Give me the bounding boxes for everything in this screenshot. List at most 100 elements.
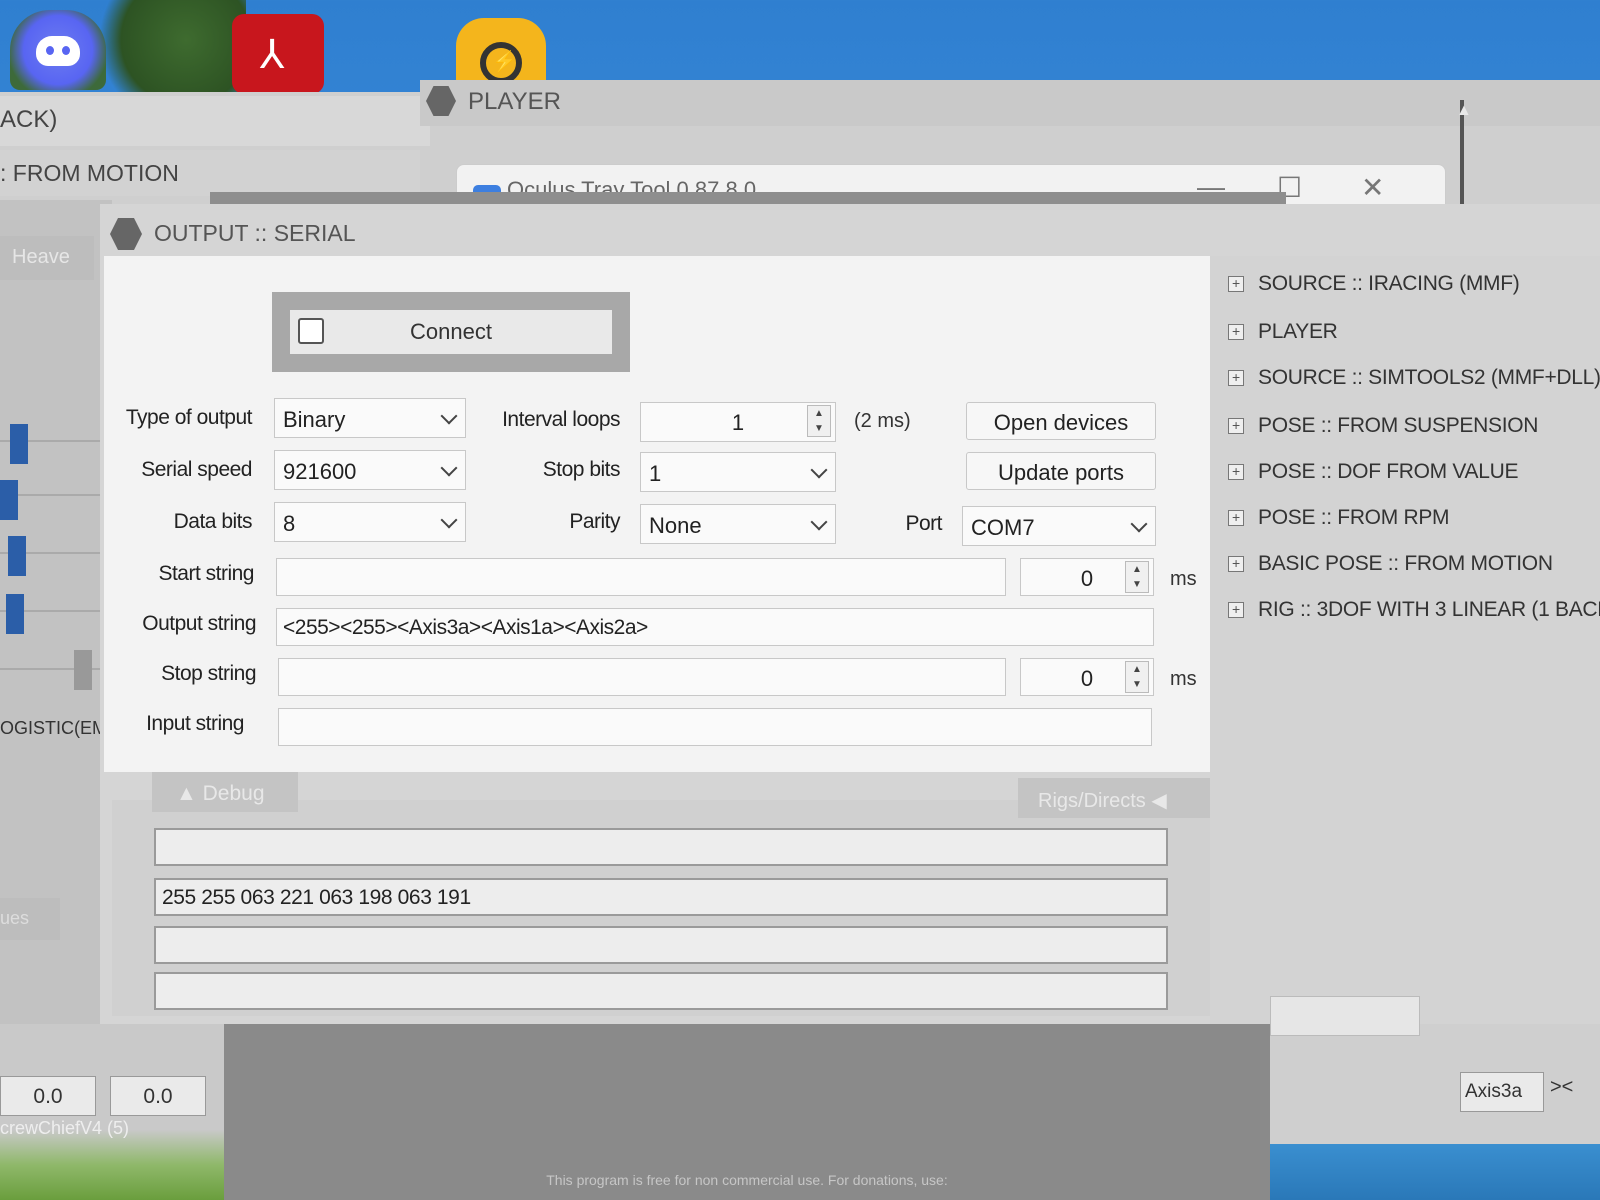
- data-bits-label: Data bits: [173, 510, 253, 533]
- output-string-input[interactable]: <255><255><Axis3a><Axis1a><Axis2a>: [276, 608, 1154, 646]
- tab-rigs-directs[interactable]: Rigs/Directs ◀: [1018, 778, 1210, 818]
- serial-speed-label: Serial speed: [141, 458, 252, 481]
- start-delay-spinner[interactable]: 0 ▲ ▼: [1020, 558, 1154, 596]
- expand-plus-icon[interactable]: +: [1228, 510, 1244, 526]
- axis-level-bar: [6, 594, 24, 634]
- open-devices-button[interactable]: Open devices: [966, 402, 1156, 440]
- data-bits-select[interactable]: 8: [274, 502, 466, 542]
- chevron-down-icon: [440, 407, 458, 425]
- expand-plus-icon[interactable]: +: [1228, 418, 1244, 434]
- expand-plus-icon[interactable]: +: [1228, 556, 1244, 572]
- tab-heave[interactable]: Heave: [0, 236, 94, 280]
- chevron-down-icon: [1130, 515, 1148, 533]
- expand-plus-icon[interactable]: +: [1228, 464, 1244, 480]
- expand-plus-icon[interactable]: +: [1228, 324, 1244, 340]
- expand-plus-icon[interactable]: +: [1228, 370, 1244, 386]
- stop-bits-label: Stop bits: [542, 458, 621, 481]
- spinner-arrows-icon[interactable]: ▲ ▼: [1125, 561, 1149, 593]
- tree-item-label: PLAYER: [1258, 320, 1338, 343]
- hexagon-icon: [110, 218, 142, 250]
- start-string-input[interactable]: [276, 558, 1006, 596]
- debug-line: [154, 972, 1168, 1010]
- tree-item-label: SOURCE :: SIMTOOLS2 (MMF+DLL): [1258, 366, 1600, 389]
- output-string-label: Output string: [142, 612, 256, 635]
- stop-bits-select[interactable]: 1: [640, 452, 836, 492]
- stop-string-label: Stop string: [161, 662, 256, 685]
- acrobat-icon[interactable]: ⅄: [232, 14, 324, 94]
- tree-item[interactable]: + PLAYER: [1228, 320, 1338, 344]
- expand-left-arrow-icon: ◀: [1151, 790, 1167, 812]
- tree-item-label: BASIC POSE :: FROM MOTION: [1258, 552, 1553, 575]
- tree-item[interactable]: + RIG :: 3DOF WITH 3 LINEAR (1 BACK: [1228, 598, 1600, 622]
- stop-delay-spinner[interactable]: 0 ▲ ▼: [1020, 658, 1154, 696]
- tree-item[interactable]: + SOURCE :: IRACING (MMF): [1228, 272, 1520, 296]
- connect-checkbox[interactable]: [298, 318, 324, 344]
- input-string-input[interactable]: [278, 708, 1152, 746]
- expand-plus-icon[interactable]: +: [1228, 602, 1244, 618]
- spinner-arrows-icon[interactable]: ▲ ▼: [807, 405, 831, 437]
- interval-loops-label: Interval loops: [502, 408, 620, 431]
- tab-debug-label: Debug: [202, 782, 265, 805]
- player-window-title: PLAYER: [468, 88, 561, 115]
- tree-item[interactable]: + SOURCE :: SIMTOOLS2 (MMF+DLL): [1228, 366, 1600, 390]
- port-select[interactable]: COM7: [962, 506, 1156, 546]
- tree-item[interactable]: + POSE :: FROM RPM: [1228, 506, 1450, 530]
- hexagon-icon: [426, 86, 456, 116]
- tab-values[interactable]: ues: [0, 898, 60, 940]
- serial-window-title: OUTPUT :: SERIAL: [110, 210, 610, 254]
- tree-item-label: POSE :: FROM SUSPENSION: [1258, 414, 1539, 437]
- serial-speed-select[interactable]: 921600: [274, 450, 466, 490]
- stop-string-input[interactable]: [278, 658, 1006, 696]
- stop-bits-value: 1: [649, 461, 662, 486]
- expand-plus-icon[interactable]: +: [1228, 276, 1244, 292]
- desktop-tree: [96, 0, 246, 100]
- interval-loops-unit: (2 ms): [854, 410, 911, 432]
- tab-debug[interactable]: ▲ Debug: [152, 772, 298, 812]
- interval-loops-value: 1: [731, 410, 745, 435]
- update-ports-button[interactable]: Update ports: [966, 452, 1156, 490]
- tree-item[interactable]: + POSE :: FROM SUSPENSION: [1228, 414, 1538, 438]
- parity-value: None: [649, 513, 702, 538]
- logistic-label: OGISTIC(EM/: [0, 718, 112, 738]
- type-of-output-label: Type of output: [125, 406, 253, 429]
- slider-handle[interactable]: [74, 650, 92, 690]
- type-of-output-value: Binary: [283, 407, 346, 432]
- tree-item[interactable]: + POSE :: DOF FROM VALUE: [1228, 460, 1519, 484]
- port-label: Port: [905, 512, 942, 535]
- axis-select[interactable]: Axis3a: [1460, 1072, 1544, 1112]
- axis-level-bar: [0, 480, 18, 520]
- stop-delay-value: 0: [1080, 666, 1094, 691]
- tree-item-label: POSE :: FROM RPM: [1258, 506, 1450, 529]
- debug-line: [154, 828, 1168, 866]
- background-window-field: [1270, 996, 1420, 1036]
- axis-level-bar: [10, 424, 28, 464]
- scroll-up-arrow-icon[interactable]: ▲: [1456, 102, 1472, 120]
- data-bits-value: 8: [283, 511, 296, 536]
- stop-delay-unit: ms: [1170, 668, 1197, 690]
- chevron-down-icon: [440, 459, 458, 477]
- axis-value-display: 0.0: [110, 1076, 206, 1116]
- close-button[interactable]: ✕: [1361, 171, 1384, 204]
- player-window-titlebar[interactable]: PLAYER: [420, 80, 1600, 126]
- start-delay-unit: ms: [1170, 568, 1197, 590]
- interval-loops-spinner[interactable]: 1 ▲ ▼: [640, 402, 836, 442]
- axis-value-display: 0.0: [0, 1076, 96, 1116]
- connect-button[interactable]: Connect: [290, 310, 612, 354]
- swap-button[interactable]: ><: [1550, 1076, 1573, 1099]
- desktop-shortcut-label[interactable]: crewChiefV4 (5): [0, 1118, 129, 1139]
- background-window-subtitle: : FROM MOTION: [0, 150, 420, 196]
- discord-icon[interactable]: [10, 10, 106, 90]
- serial-window-title-text: OUTPUT :: SERIAL: [154, 220, 356, 246]
- tab-rigs-directs-label: Rigs/Directs: [1038, 790, 1146, 812]
- chevron-down-icon: [810, 513, 828, 531]
- tree-item-label: POSE :: DOF FROM VALUE: [1258, 460, 1519, 483]
- chevron-down-icon: [440, 511, 458, 529]
- parity-select[interactable]: None: [640, 504, 836, 544]
- spinner-arrows-icon[interactable]: ▲ ▼: [1125, 661, 1149, 693]
- port-value: COM7: [971, 515, 1035, 540]
- tree-item[interactable]: + BASIC POSE :: FROM MOTION: [1228, 552, 1553, 576]
- input-string-label: Input string: [146, 712, 244, 735]
- type-of-output-select[interactable]: Binary: [274, 398, 466, 438]
- start-string-label: Start string: [158, 562, 254, 585]
- donation-text: This program is free for non commercial …: [546, 1172, 948, 1188]
